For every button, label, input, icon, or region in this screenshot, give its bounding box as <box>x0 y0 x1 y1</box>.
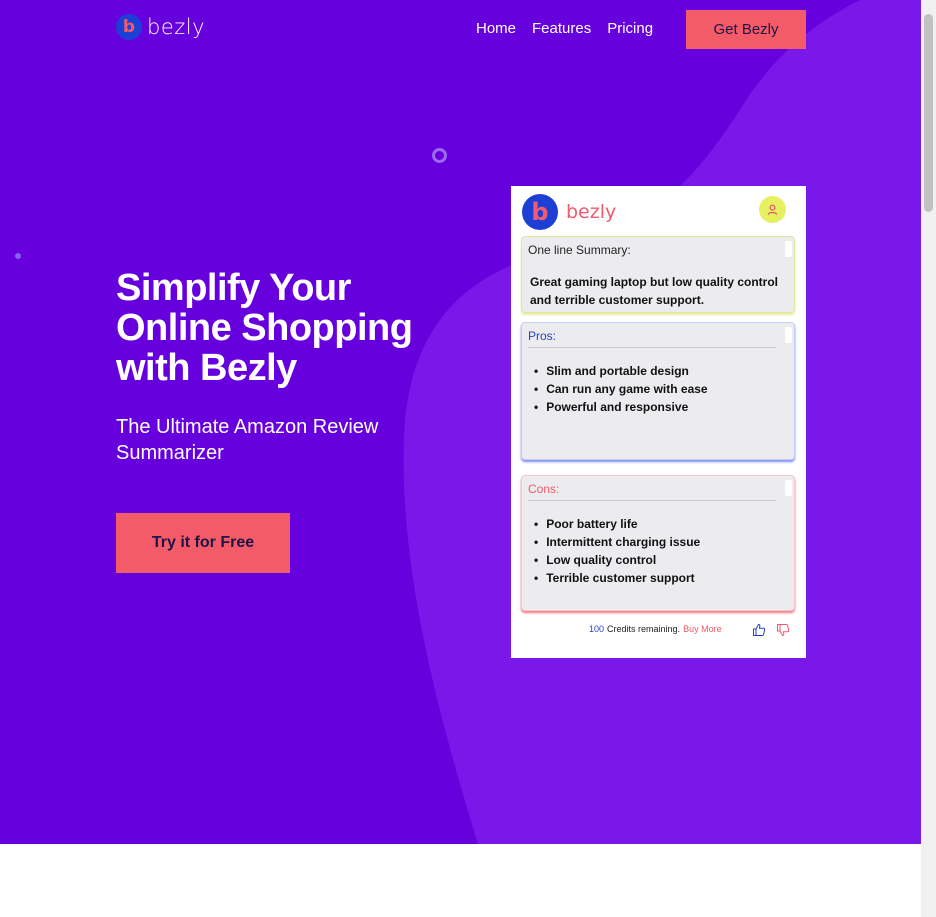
cons-box: Cons: Poor battery life Intermittent cha… <box>521 475 795 611</box>
thumbs-down-icon[interactable] <box>776 623 790 637</box>
nav-pricing-link[interactable]: Pricing <box>607 20 653 37</box>
feedback-buttons <box>752 623 790 637</box>
decorative-dot <box>15 253 21 259</box>
credits-count: 100 <box>589 624 605 634</box>
main-nav: Home Features Pricing <box>476 20 653 37</box>
get-bezly-button[interactable]: Get Bezly <box>686 10 806 49</box>
credits-label: Credits remaining. <box>607 624 681 634</box>
cons-item: Poor battery life <box>534 515 784 533</box>
credits-footer: 100 Credits remaining. Buy More <box>589 624 722 634</box>
nav-features-link[interactable]: Features <box>532 20 591 37</box>
summary-title: One line Summary: <box>528 243 631 257</box>
preview-logo: b bezly <box>522 194 616 230</box>
cons-item: Intermittent charging issue <box>534 533 784 551</box>
pros-item: Powerful and responsive <box>534 398 784 416</box>
preview-logo-mark-icon: b <box>522 194 558 230</box>
hero-section: b bezly Home Features Pricing Get Bezly … <box>0 0 921 844</box>
try-free-button[interactable]: Try it for Free <box>116 513 290 573</box>
preview-brand-name: bezly <box>566 201 617 223</box>
summary-box: One line Summary: Great gaming laptop bu… <box>521 236 795 313</box>
buy-more-link[interactable]: Buy More <box>683 624 722 634</box>
pros-list: Slim and portable design Can run any gam… <box>528 362 784 416</box>
pros-item: Slim and portable design <box>534 362 784 380</box>
pros-box: Pros: Slim and portable design Can run a… <box>521 322 795 460</box>
user-avatar-icon <box>759 196 786 223</box>
page-scrollbar[interactable] <box>921 0 936 917</box>
cons-item: Low quality control <box>534 551 784 569</box>
extension-preview: b bezly One line Summary: Great gaming l… <box>511 186 806 658</box>
cons-item: Terrible customer support <box>534 569 784 587</box>
logo-mark-icon: b <box>116 14 142 40</box>
scrollbar-thumb[interactable] <box>924 14 933 212</box>
brand-name: bezly <box>147 15 206 39</box>
brand-logo[interactable]: b bezly <box>116 14 205 40</box>
decorative-ring <box>432 148 447 163</box>
cons-title: Cons: <box>528 482 776 501</box>
pros-title: Pros: <box>528 329 776 348</box>
thumbs-up-icon[interactable] <box>752 623 766 637</box>
hero-subline: The Ultimate Amazon Review Summarizer <box>116 416 379 464</box>
cons-list: Poor battery life Intermittent charging … <box>528 515 784 587</box>
nav-home-link[interactable]: Home <box>476 20 516 37</box>
pros-item: Can run any game with ease <box>534 380 784 398</box>
hero-headline: Simplify Your Online Shopping with Bezly <box>116 267 413 389</box>
summary-text: Great gaming laptop but low quality cont… <box>530 275 779 307</box>
